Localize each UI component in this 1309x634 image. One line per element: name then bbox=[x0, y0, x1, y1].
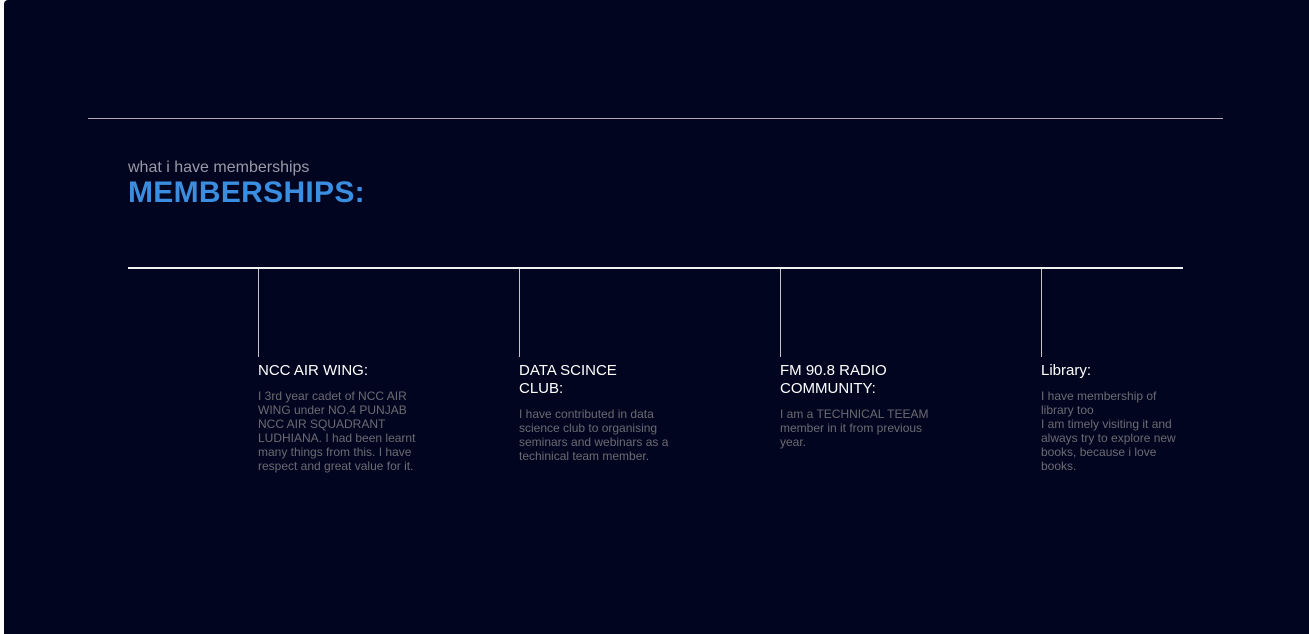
section-title: MEMBERSHIPS: bbox=[128, 176, 365, 209]
membership-item-data-science: DATA SCINCE CLUB: I have contributed in … bbox=[519, 269, 674, 463]
membership-description: I am a TECHNICAL TEEAM member in it from… bbox=[780, 407, 929, 449]
timeline-connector bbox=[780, 269, 781, 357]
membership-item-radio: FM 90.8 RADIO COMMUNITY: I am a TECHNICA… bbox=[780, 269, 935, 449]
membership-title: DATA SCINCE CLUB: bbox=[519, 362, 617, 397]
timeline-connector bbox=[258, 269, 259, 357]
memberships-section: what i have memberships MEMBERSHIPS: NCC… bbox=[4, 0, 1309, 634]
membership-item-library: Library: I have membership of library to… bbox=[1041, 269, 1181, 473]
section-divider bbox=[88, 118, 1223, 119]
section-subtitle: what i have memberships bbox=[128, 159, 310, 176]
membership-description: I have membership of library too I am ti… bbox=[1041, 389, 1176, 473]
timeline-connector bbox=[519, 269, 520, 357]
membership-description: I 3rd year cadet of NCC AIR WING under N… bbox=[258, 389, 416, 473]
membership-description: I have contributed in data science club … bbox=[519, 407, 669, 463]
membership-title: FM 90.8 RADIO COMMUNITY: bbox=[780, 362, 887, 397]
membership-title: NCC AIR WING: bbox=[258, 362, 369, 379]
timeline-connector bbox=[1041, 269, 1042, 357]
membership-title: Library: bbox=[1041, 362, 1092, 379]
membership-item-ncc: NCC AIR WING: I 3rd year cadet of NCC AI… bbox=[258, 269, 418, 473]
